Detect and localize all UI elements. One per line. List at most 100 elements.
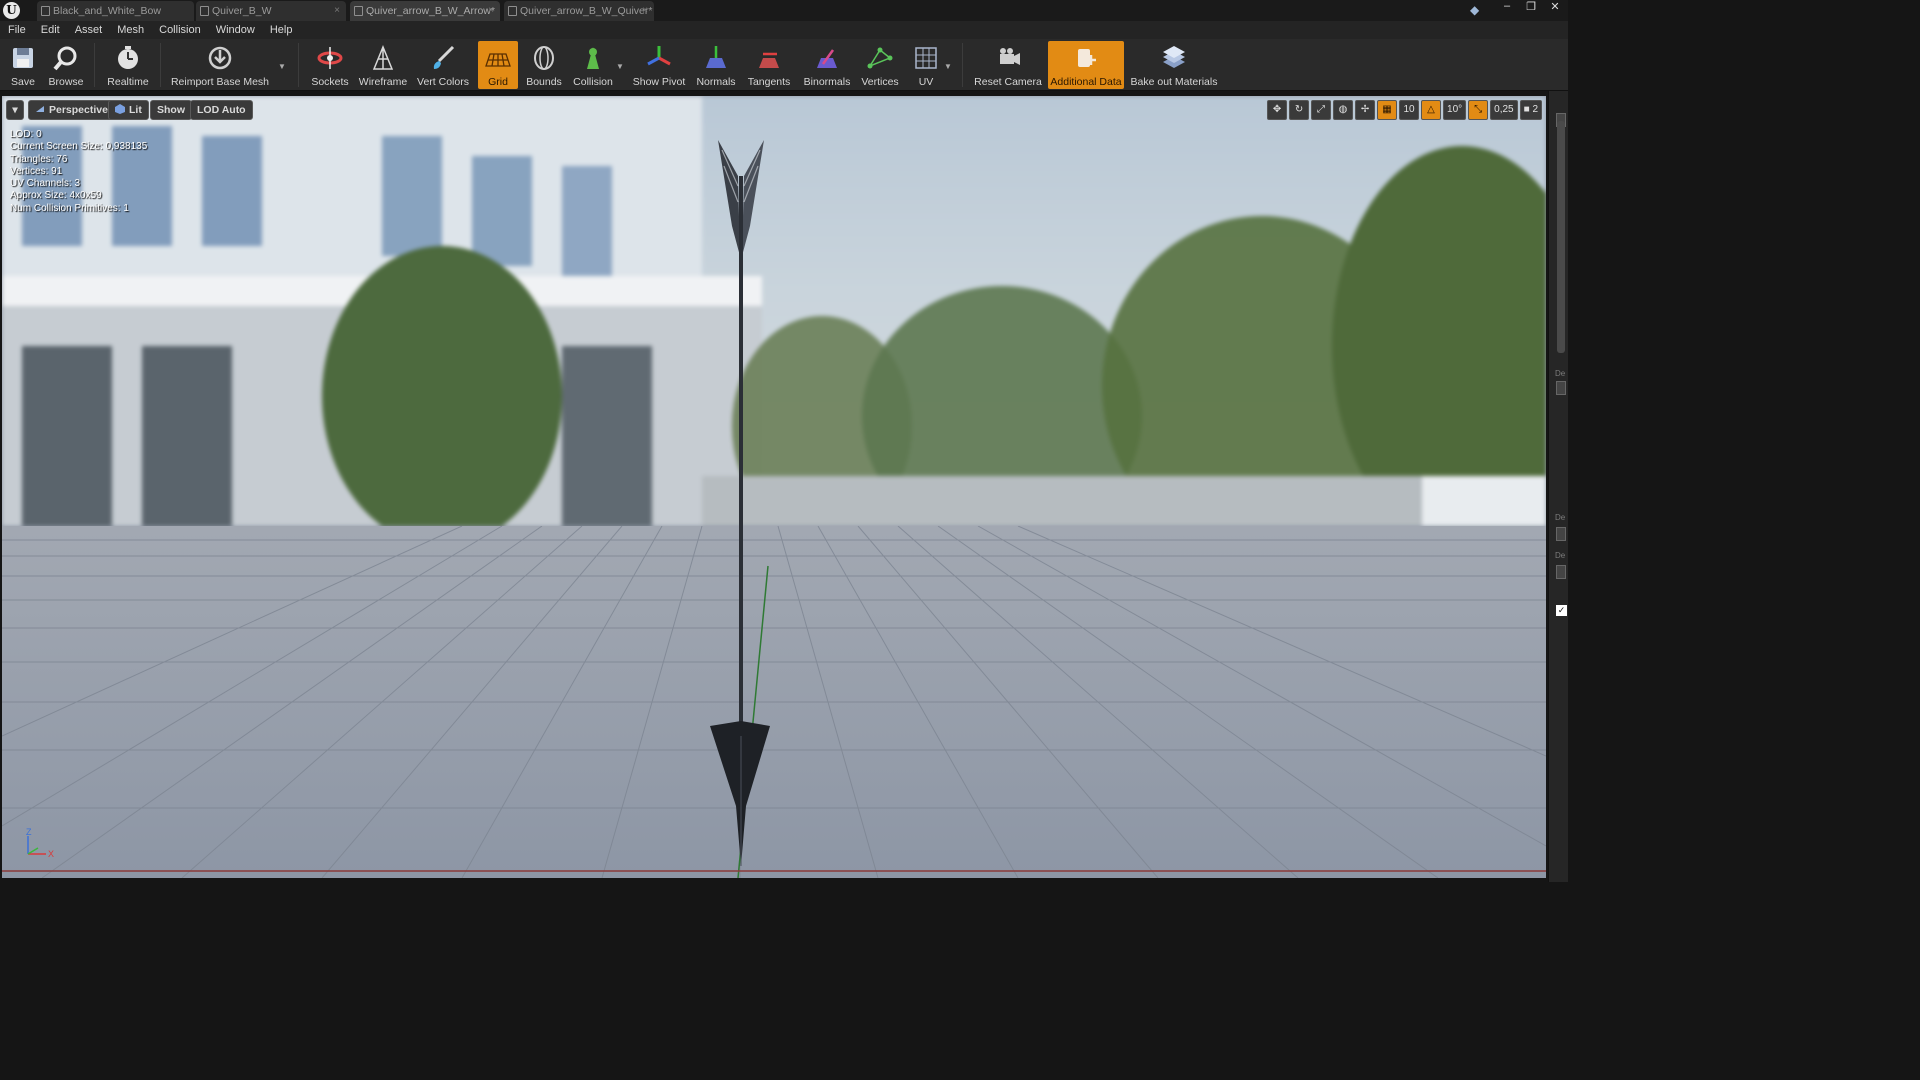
details-checkbox[interactable]: ✓	[1556, 605, 1567, 616]
tab-quiver-b-w[interactable]: Quiver_B_W ×	[196, 1, 346, 21]
uv-icon	[915, 47, 937, 69]
additional-data-icon	[1078, 49, 1096, 67]
wireframe-icon	[372, 45, 394, 70]
stat-screen-size: Current Screen Size: 0,938135	[10, 141, 148, 153]
show-pivot-button[interactable]: Show Pivot	[630, 41, 688, 89]
reset-camera-icon	[1000, 48, 1020, 65]
translate-icon[interactable]: ✥	[1267, 100, 1288, 120]
rotation-snap-icon[interactable]: △	[1421, 100, 1442, 120]
grid-button[interactable]: Grid	[478, 41, 518, 89]
lod-label: LOD Auto	[197, 104, 246, 116]
stat-lod: LOD: 0	[10, 129, 42, 140]
browse-button[interactable]: Browse	[46, 41, 86, 89]
tab-close-icon[interactable]: ×	[488, 1, 494, 21]
vertices-button[interactable]: Vertices	[858, 41, 902, 89]
static-mesh-icon	[200, 6, 209, 16]
details-field[interactable]	[1556, 381, 1566, 395]
menu-help[interactable]: Help	[270, 21, 301, 39]
toolbar: Save Browse Realtime Reimport Base Mesh …	[0, 39, 1568, 91]
viewport-transform-controls: ✥ ↻ ⤢ ◍ ✢ ▦ 10 △ 10° ⤡ 0,25 ■ 2	[1267, 100, 1542, 120]
normals-button[interactable]: Normals	[694, 41, 738, 89]
static-mesh-icon	[508, 6, 517, 16]
browse-icon	[53, 46, 77, 71]
world-local-icon[interactable]: ◍	[1333, 100, 1354, 120]
wireframe-button[interactable]: Wireframe	[357, 41, 409, 89]
toolbar-separator	[160, 43, 161, 87]
tab-label: Quiver_arrow_B_W_Quiver*	[520, 5, 653, 17]
show-button[interactable]: Show	[150, 100, 192, 120]
source-control-icon[interactable]: ◆	[1470, 3, 1484, 17]
scale-icon[interactable]: ⤢	[1311, 100, 1332, 120]
details-scrollbar[interactable]	[1557, 121, 1565, 353]
rotate-icon[interactable]: ↻	[1289, 100, 1310, 120]
collision-dropdown-icon[interactable]: ▼	[616, 62, 624, 71]
scale-snap-icon[interactable]: ⤡	[1468, 100, 1489, 120]
stat-approx-size: Approx Size: 4x0x59	[10, 190, 102, 202]
camera-speed-control[interactable]: ■ 2	[1519, 100, 1542, 120]
perspective-icon	[36, 106, 44, 112]
tab-close-icon[interactable]: ×	[642, 1, 648, 21]
minimize-icon[interactable]: ‒	[1500, 0, 1514, 14]
tab-black-and-white-bow[interactable]: Black_and_White_Bow	[37, 1, 194, 21]
rotation-snap-value[interactable]: 10°	[1443, 100, 1467, 120]
bounds-button[interactable]: Bounds	[522, 41, 566, 89]
perspective-label: Perspective	[49, 104, 108, 116]
bake-materials-icon	[1163, 46, 1185, 68]
scale-snap-value[interactable]: 0,25	[1490, 100, 1518, 120]
chevron-down-icon: ▾	[12, 104, 18, 116]
vert-colors-button[interactable]: Vert Colors	[414, 41, 472, 89]
arrow-mesh[interactable]	[702, 136, 782, 876]
reimport-dropdown-icon[interactable]: ▼	[278, 62, 286, 71]
perspective-button[interactable]: Perspective	[28, 100, 115, 120]
menu-window[interactable]: Window	[216, 21, 263, 39]
tab-quiver-arrow[interactable]: Quiver_arrow_B_W_Arrow* ×	[350, 1, 500, 21]
additional-data-button[interactable]: Additional Data	[1048, 41, 1124, 89]
details-field[interactable]	[1556, 527, 1566, 541]
tangents-button[interactable]: Tangents	[744, 41, 794, 89]
title-bar: U Black_and_White_Bow Quiver_B_W × Quive…	[0, 0, 1568, 21]
pivot-icon	[647, 46, 671, 66]
sockets-button[interactable]: Sockets	[308, 41, 352, 89]
reimport-base-mesh-button[interactable]: Reimport Base Mesh	[170, 41, 270, 89]
save-button[interactable]: Save	[6, 41, 40, 89]
bounds-icon	[534, 46, 554, 70]
realtime-button[interactable]: Realtime	[104, 41, 152, 89]
toolbar-separator	[962, 43, 963, 87]
mesh-viewport[interactable]: ▾ Perspective Lit Show LOD Auto ✥ ↻ ⤢ ◍ …	[2, 96, 1546, 878]
tangents-icon	[759, 52, 779, 68]
skeletal-mesh-icon	[41, 6, 50, 16]
axis-x-label: X	[48, 849, 54, 859]
menu-collision[interactable]: Collision	[159, 21, 209, 39]
grid-snap-icon[interactable]: ▦	[1377, 100, 1398, 120]
menu-bar: File Edit Asset Mesh Collision Window He…	[0, 21, 1568, 39]
collision-button[interactable]: Collision	[570, 41, 616, 89]
close-icon[interactable]: ✕	[1548, 0, 1562, 14]
grid-snap-value[interactable]: 10	[1399, 100, 1420, 120]
uv-dropdown-icon[interactable]: ▼	[944, 62, 952, 71]
tab-quiver-quiver[interactable]: Quiver_arrow_B_W_Quiver* ×	[504, 1, 654, 21]
lod-button[interactable]: LOD Auto	[190, 100, 253, 120]
viewport-options-button[interactable]: ▾	[6, 100, 24, 120]
vert-colors-icon	[433, 45, 455, 69]
uv-button[interactable]: UV	[906, 41, 946, 89]
menu-file[interactable]: File	[8, 21, 34, 39]
tab-close-icon[interactable]: ×	[334, 1, 340, 21]
menu-edit[interactable]: Edit	[41, 21, 68, 39]
sockets-icon	[317, 47, 343, 69]
lit-button[interactable]: Lit	[108, 100, 149, 120]
stat-triangles: Triangles: 76	[10, 153, 68, 165]
details-label: De	[1555, 369, 1566, 378]
menu-asset[interactable]: Asset	[75, 21, 111, 39]
window-controls: ‒ ❐ ✕	[1500, 0, 1562, 14]
unreal-logo-icon[interactable]: U	[3, 2, 20, 19]
lit-label: Lit	[129, 104, 142, 116]
reset-camera-button[interactable]: Reset Camera	[972, 41, 1044, 89]
tab-label: Quiver_B_W	[212, 5, 272, 17]
details-field[interactable]	[1556, 565, 1566, 579]
binormals-button[interactable]: Binormals	[800, 41, 854, 89]
menu-mesh[interactable]: Mesh	[117, 21, 152, 39]
maximize-icon[interactable]: ❐	[1524, 0, 1538, 14]
bake-out-materials-button[interactable]: Bake out Materials	[1128, 41, 1220, 89]
save-icon	[13, 48, 33, 68]
surface-snap-icon[interactable]: ✢	[1355, 100, 1376, 120]
